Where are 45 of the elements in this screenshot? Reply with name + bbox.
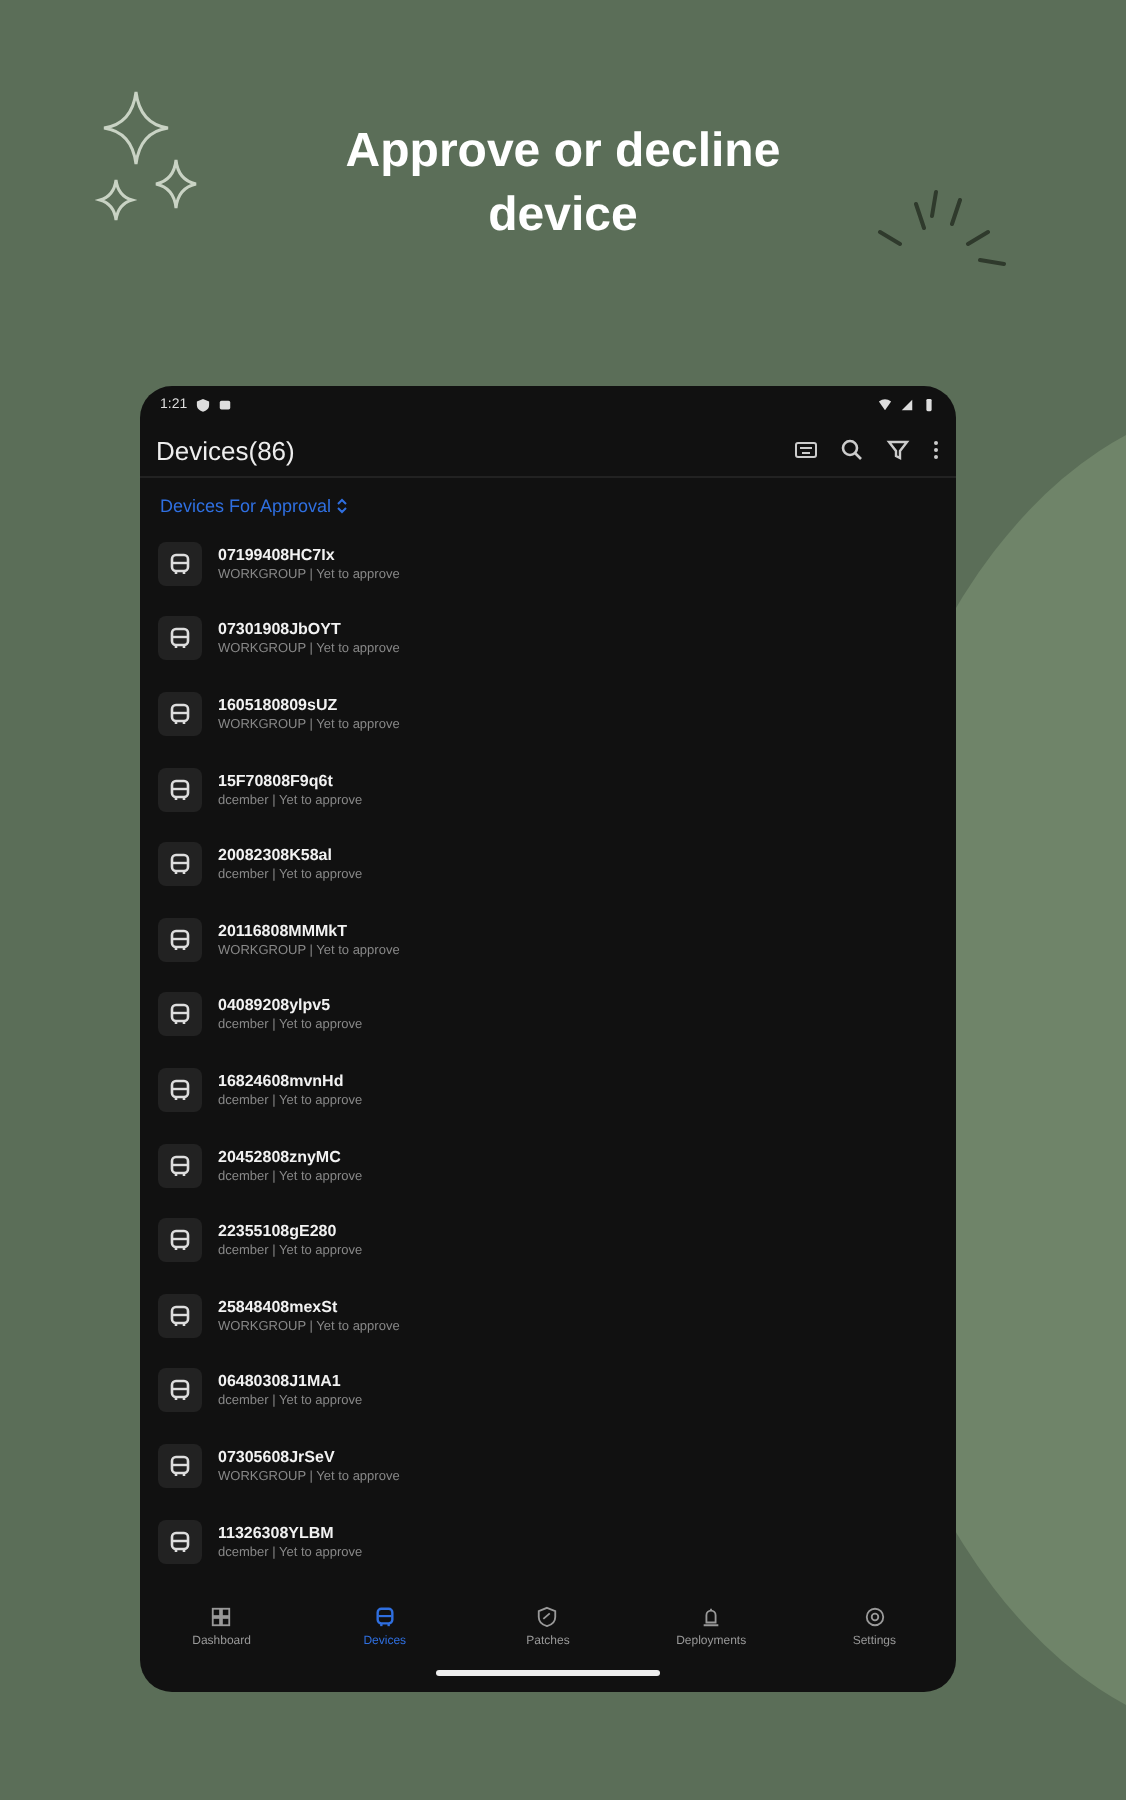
device-name[interactable]: 20116808MMMkT — [218, 921, 400, 940]
device-name[interactable]: 15F70808F9q6t — [218, 771, 363, 790]
settings-icon — [863, 1605, 886, 1627]
search-icon[interactable] — [840, 438, 864, 462]
shield-icon — [536, 1605, 559, 1627]
bus-icon — [168, 777, 192, 802]
bus-icon — [168, 626, 192, 651]
more-icon[interactable] — [932, 438, 940, 462]
keyboard-icon[interactable] — [794, 438, 818, 462]
bus-icon — [168, 927, 192, 952]
bus-icon — [168, 1453, 192, 1478]
page-title: Devices(86) — [156, 435, 297, 465]
device-name[interactable]: 07301908JbOYT — [218, 620, 400, 639]
sort-icon[interactable] — [335, 498, 348, 514]
bus-icon — [168, 1303, 192, 1328]
message-icon — [217, 398, 232, 412]
bus-icon — [168, 1378, 192, 1403]
device-name[interactable]: 07199408HC7Ix — [218, 545, 400, 564]
bus-icon — [168, 1529, 192, 1554]
bus-icon — [168, 551, 192, 576]
bus-icon — [168, 1153, 192, 1178]
bus-icon — [168, 701, 192, 726]
wifi-icon — [878, 398, 892, 412]
headline: Approve or decline device — [343, 122, 783, 246]
device-name[interactable]: 1605180809sUZ — [218, 695, 400, 714]
device-name[interactable]: 22355108gE280 — [218, 1222, 363, 1241]
device-name[interactable]: 20082308K58al — [218, 846, 363, 865]
bus-icon — [373, 1605, 396, 1627]
device-name[interactable]: 11326308YLBM — [218, 1523, 363, 1542]
bus-icon — [168, 1228, 192, 1253]
device-name[interactable]: 16824608mvnHd — [218, 1071, 363, 1090]
bus-icon — [168, 1077, 192, 1102]
device-name[interactable]: 07305608JrSeV — [218, 1447, 400, 1466]
shield-icon — [195, 398, 210, 412]
grid-icon — [210, 1605, 233, 1627]
device-name[interactable]: 25848408mexSt — [218, 1297, 400, 1316]
section-label[interactable]: Devices For Approval — [160, 496, 332, 516]
device-name[interactable]: 20452808znyMC — [218, 1147, 363, 1166]
bus-icon — [168, 852, 192, 877]
signal-icon — [900, 398, 914, 412]
device-name[interactable]: 06480308J1MA1 — [218, 1372, 363, 1391]
device-name[interactable]: 04089208ylpv5 — [218, 996, 363, 1015]
bell-icon — [700, 1605, 723, 1627]
filter-icon[interactable] — [886, 438, 910, 462]
bus-icon — [168, 1002, 192, 1027]
